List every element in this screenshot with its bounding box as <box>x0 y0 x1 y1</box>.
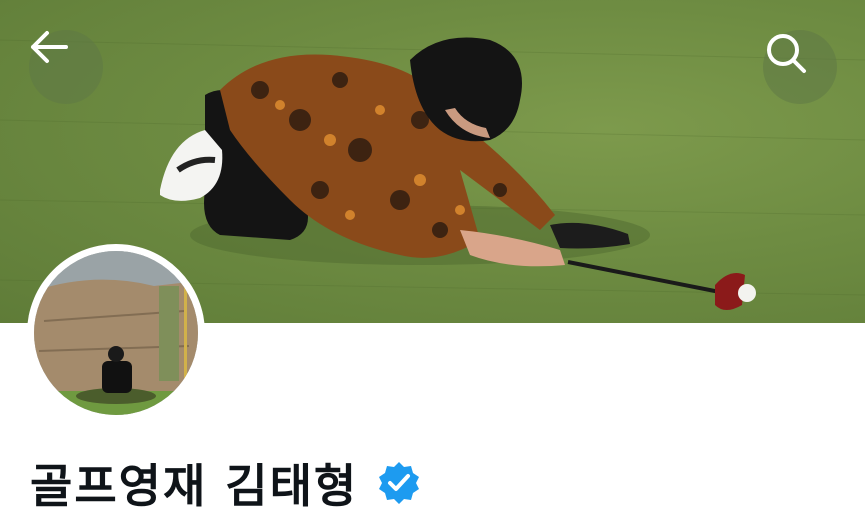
avatar[interactable] <box>34 251 198 415</box>
back-button[interactable] <box>29 30 103 104</box>
profile-display-name: 골프영재 김태형 <box>30 459 359 513</box>
profile-name-row: 골프영재 김태형 <box>30 448 422 518</box>
avatar-frame[interactable] <box>27 244 205 422</box>
search-icon <box>767 34 806 73</box>
avatar-photo <box>34 251 198 415</box>
verified-badge-icon <box>376 460 422 506</box>
search-button[interactable] <box>763 30 837 104</box>
arrow-left-icon <box>31 31 68 63</box>
